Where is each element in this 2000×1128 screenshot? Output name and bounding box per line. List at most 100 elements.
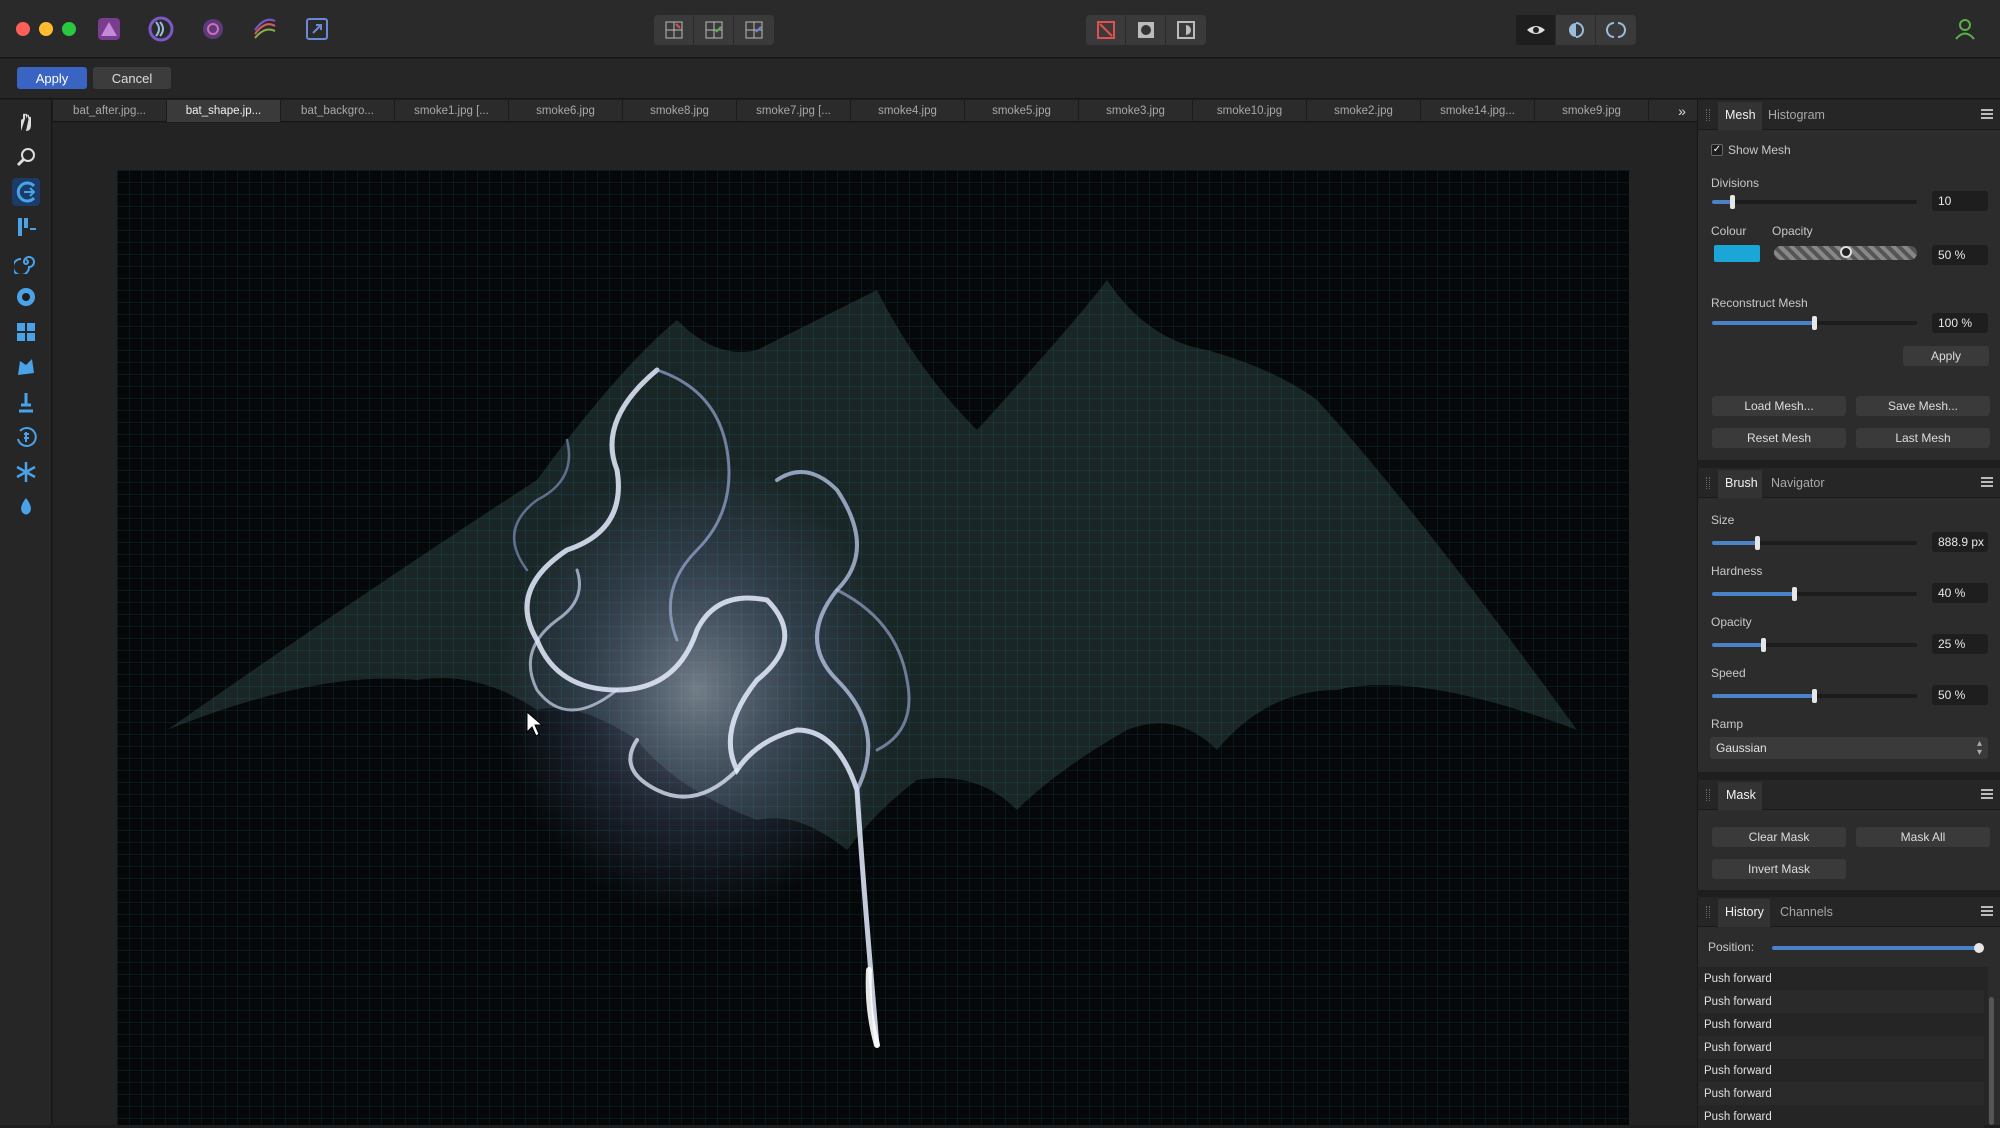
show-mesh-label: Show Mesh (1728, 143, 1791, 157)
divisions-field[interactable]: 10 (1932, 191, 1988, 211)
close-window-button[interactable] (16, 22, 30, 36)
view-mirror-icon[interactable] (1596, 15, 1636, 45)
apply-button[interactable]: Apply (17, 67, 87, 89)
history-item[interactable]: Push forward (1698, 1036, 1984, 1059)
history-item[interactable]: Push forward (1698, 1013, 1984, 1036)
turbulence-tool-icon[interactable] (12, 353, 40, 381)
show-mesh-checkbox[interactable]: ✓ (1711, 144, 1723, 156)
panel-menu-icon[interactable] (1981, 906, 1993, 916)
pinch-tool-icon[interactable] (12, 283, 40, 311)
mesh-freeze-icon[interactable] (694, 15, 734, 45)
size-slider[interactable] (1712, 536, 1917, 550)
document-tab[interactable]: smoke7.jpg [... (737, 100, 851, 122)
tab-brush[interactable]: Brush (1725, 476, 1758, 490)
speed-field[interactable]: 50 % (1932, 685, 1988, 705)
photo-persona-icon[interactable] (92, 12, 126, 46)
develop-persona-icon[interactable] (196, 12, 230, 46)
reset-mesh-button[interactable]: Reset Mesh (1712, 428, 1846, 448)
document-tab[interactable]: smoke8.jpg (623, 100, 737, 122)
document-tab[interactable]: smoke2.jpg (1307, 100, 1421, 122)
push-forward-tool-icon[interactable] (12, 178, 40, 206)
more-tabs-icon[interactable]: » (1668, 100, 1696, 122)
mask-all-icon[interactable] (1126, 15, 1166, 45)
account-icon[interactable] (1948, 12, 1982, 46)
history-item[interactable]: Push forward (1698, 1082, 1984, 1105)
document-tab[interactable]: bat_shape.jp... (167, 100, 281, 122)
mesh-clear-icon[interactable] (654, 15, 694, 45)
zoom-tool-icon[interactable] (12, 143, 40, 171)
panel-grip-icon[interactable] (1706, 109, 1710, 121)
document-canvas[interactable] (117, 170, 1629, 1125)
history-item[interactable]: Push forward (1698, 990, 1984, 1013)
view-split-icon[interactable] (1556, 15, 1596, 45)
document-tab[interactable]: bat_backgro... (281, 100, 395, 122)
brush-panel-header: Brush Navigator (1698, 468, 2000, 498)
push-left-tool-icon[interactable] (12, 213, 40, 241)
show-mesh-eye-icon[interactable] (1516, 15, 1556, 45)
tab-channels[interactable]: Channels (1780, 905, 1833, 919)
thaw-tool-icon[interactable] (12, 493, 40, 521)
panel-grip-icon[interactable] (1706, 477, 1710, 489)
panel-menu-icon[interactable] (1981, 789, 1993, 799)
load-mesh-button[interactable]: Load Mesh... (1712, 396, 1846, 416)
mesh-thaw-icon[interactable] (734, 15, 774, 45)
invert-mask-button[interactable]: Invert Mask (1712, 859, 1846, 879)
clear-mask-icon[interactable] (1086, 15, 1126, 45)
document-tab[interactable]: bat_after.jpg... (53, 100, 167, 122)
reconstruct-slider[interactable] (1712, 316, 1917, 330)
liquify-persona-icon[interactable] (144, 12, 178, 46)
history-scrollbar[interactable] (1989, 997, 1994, 1125)
brush-opacity-field[interactable]: 25 % (1932, 634, 1988, 654)
panel-grip-icon[interactable] (1706, 789, 1710, 801)
mask-tools-group (1086, 15, 1206, 45)
export-persona-icon[interactable] (300, 12, 334, 46)
tone-mapping-persona-icon[interactable] (248, 12, 282, 46)
panel-grip-icon[interactable] (1706, 906, 1710, 918)
save-mesh-button[interactable]: Save Mesh... (1856, 396, 1990, 416)
document-tab[interactable]: smoke4.jpg (851, 100, 965, 122)
tab-mask[interactable]: Mask (1726, 788, 1756, 802)
invert-mask-icon[interactable] (1166, 15, 1206, 45)
pin-tool-icon[interactable] (12, 388, 40, 416)
opacity-label: Opacity (1772, 224, 1813, 238)
history-item[interactable]: Push forward (1698, 1059, 1984, 1082)
brush-opacity-slider[interactable] (1712, 638, 1917, 652)
tab-navigator[interactable]: Navigator (1771, 476, 1825, 490)
minimize-window-button[interactable] (39, 22, 53, 36)
document-tab[interactable]: smoke3.jpg (1079, 100, 1193, 122)
document-tab[interactable]: smoke9.jpg (1535, 100, 1649, 122)
reconstruct-field[interactable]: 100 % (1932, 313, 1988, 333)
ramp-select[interactable]: Gaussian ▴ ▾ (1710, 737, 1988, 759)
punch-tool-icon[interactable] (12, 318, 40, 346)
document-tab[interactable]: smoke14.jpg... (1421, 100, 1535, 122)
divisions-slider[interactable] (1712, 195, 1917, 209)
size-field[interactable]: 888.9 px (1932, 532, 1988, 552)
mesh-opacity-slider[interactable] (1774, 246, 1917, 260)
reconstruct-tool-icon[interactable] (12, 423, 40, 451)
tab-histogram[interactable]: Histogram (1768, 108, 1825, 122)
document-tab[interactable]: smoke6.jpg (509, 100, 623, 122)
tab-mesh[interactable]: Mesh (1725, 108, 1756, 122)
twirl-tool-icon[interactable] (12, 248, 40, 276)
document-tab[interactable]: smoke5.jpg (965, 100, 1079, 122)
mesh-colour-swatch[interactable] (1714, 245, 1760, 262)
speed-slider[interactable] (1712, 689, 1917, 703)
tab-history[interactable]: History (1725, 905, 1764, 919)
last-mesh-button[interactable]: Last Mesh (1856, 428, 1990, 448)
panel-menu-icon[interactable] (1981, 477, 1993, 487)
hand-tool-icon[interactable] (12, 108, 40, 136)
cancel-button[interactable]: Cancel (93, 67, 171, 89)
clear-mask-button[interactable]: Clear Mask (1712, 827, 1846, 847)
document-tab[interactable]: smoke1.jpg [... (395, 100, 509, 122)
history-position-slider[interactable] (1772, 943, 1984, 953)
history-item[interactable]: Push forward (1698, 967, 1984, 990)
freeze-tool-icon[interactable] (12, 458, 40, 486)
mesh-opacity-field[interactable]: 50 % (1932, 245, 1988, 265)
reconstruct-apply-button[interactable]: Apply (1903, 346, 1989, 366)
hardness-field[interactable]: 40 % (1932, 583, 1988, 603)
panel-menu-icon[interactable] (1981, 109, 1993, 119)
document-tab[interactable]: smoke10.jpg (1193, 100, 1307, 122)
mask-all-button[interactable]: Mask All (1856, 827, 1990, 847)
hardness-slider[interactable] (1712, 587, 1917, 601)
maximize-window-button[interactable] (62, 22, 76, 36)
